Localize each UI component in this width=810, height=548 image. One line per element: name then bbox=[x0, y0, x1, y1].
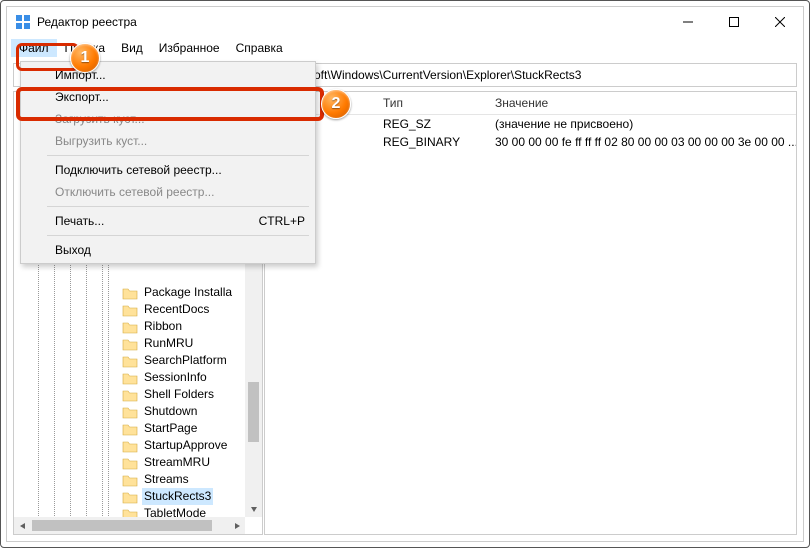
menu-view[interactable]: Вид bbox=[113, 39, 151, 57]
tree-item[interactable]: StuckRects3 bbox=[14, 488, 234, 505]
value-cell-value: 30 00 00 00 fe ff ff ff 02 80 00 00 03 0… bbox=[489, 134, 796, 150]
menu-item-shortcut: CTRL+P bbox=[239, 214, 305, 228]
menu-item-label: Выход bbox=[55, 243, 91, 257]
folder-icon bbox=[122, 354, 138, 368]
window-title: Редактор реестра bbox=[37, 15, 137, 29]
menu-item-label: Подключить сетевой реестр... bbox=[55, 163, 222, 177]
tree-item-label: StartPage bbox=[142, 420, 199, 437]
folder-icon bbox=[122, 286, 138, 300]
menu-separator bbox=[27, 235, 309, 236]
tree-item[interactable]: StreamMRU bbox=[14, 454, 234, 471]
menu-separator bbox=[27, 206, 309, 207]
tree-item-label: Package Installa bbox=[142, 284, 234, 301]
menu-item[interactable]: Выход bbox=[23, 239, 313, 261]
menu-separator bbox=[27, 155, 309, 156]
value-cell-value: (значение не присвоено) bbox=[489, 116, 796, 132]
minimize-button[interactable] bbox=[665, 7, 711, 37]
titlebar: Редактор реестра bbox=[7, 7, 803, 37]
value-cell-type: REG_BINARY bbox=[377, 134, 489, 150]
menu-item[interactable]: Печать... CTRL+P bbox=[23, 210, 313, 232]
folder-icon bbox=[122, 439, 138, 453]
menubar: Файл Правка Вид Избранное Справка bbox=[7, 37, 803, 59]
tree-item-label: Shell Folders bbox=[142, 386, 216, 403]
tree-item[interactable]: Shell Folders bbox=[14, 386, 234, 403]
tree-item-label: StreamMRU bbox=[142, 454, 212, 471]
tree-item[interactable]: RunMRU bbox=[14, 335, 234, 352]
menu-item-label: Отключить сетевой реестр... bbox=[55, 185, 214, 199]
tree-item-label: Ribbon bbox=[142, 318, 184, 335]
value-cell-type: REG_SZ bbox=[377, 116, 489, 132]
menu-item-label: Выгрузить куст... bbox=[55, 134, 147, 148]
tree-item[interactable]: SearchPlatform bbox=[14, 352, 234, 369]
menu-item[interactable]: Подключить сетевой реестр... bbox=[23, 159, 313, 181]
col-value[interactable]: Значение bbox=[489, 92, 796, 114]
tree-item-label: Streams bbox=[142, 471, 191, 488]
menu-item: Выгрузить куст... bbox=[23, 130, 313, 152]
values-pane: чанию) Тип Значение REG_SZ(значение не п… bbox=[264, 91, 797, 535]
menu-item: Отключить сетевой реестр... bbox=[23, 181, 313, 203]
tree-item-label: StuckRects3 bbox=[142, 488, 213, 505]
tree-item[interactable]: Shutdown bbox=[14, 403, 234, 420]
folder-icon bbox=[122, 303, 138, 317]
folder-icon bbox=[122, 405, 138, 419]
address-path: oft\Windows\CurrentVersion\Explorer\Stuc… bbox=[314, 68, 581, 82]
tree-item-label: SessionInfo bbox=[142, 369, 209, 386]
annotation-export bbox=[16, 87, 324, 121]
menu-favorites[interactable]: Избранное bbox=[151, 39, 228, 57]
tree-item[interactable]: Package Installa bbox=[14, 284, 234, 301]
scrollbar-thumb-v[interactable] bbox=[248, 382, 259, 442]
menu-item-label: Печать... bbox=[55, 214, 104, 228]
folder-icon bbox=[122, 490, 138, 504]
folder-icon bbox=[122, 456, 138, 470]
value-row[interactable]: REG_SZ(значение не присвоено) bbox=[265, 115, 796, 133]
tree-item[interactable]: RecentDocs bbox=[14, 301, 234, 318]
tree-item-label: RecentDocs bbox=[142, 301, 211, 318]
tree-item-label: SearchPlatform bbox=[142, 352, 229, 369]
folder-icon bbox=[122, 337, 138, 351]
folder-icon bbox=[122, 371, 138, 385]
tree-item[interactable]: Ribbon bbox=[14, 318, 234, 335]
value-row[interactable]: REG_BINARY30 00 00 00 fe ff ff ff 02 80 … bbox=[265, 133, 796, 151]
close-button[interactable] bbox=[757, 7, 803, 37]
folder-icon bbox=[122, 422, 138, 436]
menu-help[interactable]: Справка bbox=[228, 39, 291, 57]
scrollbar-horizontal[interactable] bbox=[14, 517, 245, 534]
tree-item[interactable]: SessionInfo bbox=[14, 369, 234, 386]
app-icon bbox=[15, 14, 31, 30]
maximize-button[interactable] bbox=[711, 7, 757, 37]
tree-item-label: Shutdown bbox=[142, 403, 199, 420]
tree-item-label: StartupApprove bbox=[142, 437, 229, 454]
col-type[interactable]: Тип bbox=[377, 92, 489, 114]
tree-item[interactable]: StartPage bbox=[14, 420, 234, 437]
scrollbar-thumb-h[interactable] bbox=[32, 520, 212, 531]
folder-icon bbox=[122, 320, 138, 334]
tree-item[interactable]: Streams bbox=[14, 471, 234, 488]
annotation-badge-1: 1 bbox=[70, 43, 100, 73]
tree-item[interactable]: StartupApprove bbox=[14, 437, 234, 454]
annotation-badge-2: 2 bbox=[321, 89, 351, 119]
folder-icon bbox=[122, 388, 138, 402]
tree-item-label: RunMRU bbox=[142, 335, 195, 352]
folder-icon bbox=[122, 473, 138, 487]
